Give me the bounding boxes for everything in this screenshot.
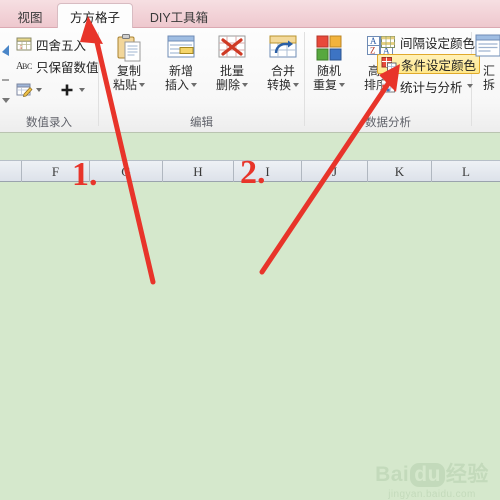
gallery-arrows-icon: [2, 45, 10, 103]
gallery-scroll-strip[interactable]: [0, 36, 11, 106]
batch-delete-button[interactable]: 批量 删除: [210, 32, 254, 92]
merge-label: 合并: [270, 64, 295, 78]
watermark-url: jingyan.baidu.com: [388, 489, 476, 500]
clipboard-paste-icon: [113, 32, 145, 64]
watermark-brand-after: 经验: [445, 463, 489, 486]
round-number-button[interactable]: 5 四舍五入: [13, 34, 89, 54]
watermark-brand: Bai du 经验: [368, 458, 496, 488]
column-header-h[interactable]: H: [163, 161, 234, 182]
add-tool-button[interactable]: [56, 80, 88, 100]
statistics-analysis-label: 统计与分析: [400, 80, 463, 95]
round-number-label: 四舍五入: [36, 38, 87, 53]
ribbon-group-edit: 复制 粘贴 新增 插入 批量 删除 合并 转换 编辑: [99, 28, 304, 133]
keep-value-only-label: 只保留数值: [36, 60, 99, 75]
spreadsheet-grid[interactable]: [0, 182, 500, 500]
column-header-strip: F G H I J K L: [0, 160, 500, 182]
copy-label: 复制: [116, 64, 141, 78]
tab-view[interactable]: 视图: [8, 4, 52, 28]
svg-text:Z: Z: [370, 46, 376, 56]
batch-delete-caret-icon[interactable]: [242, 83, 248, 87]
summary-split-button[interactable]: 汇 拆: [474, 32, 500, 92]
edit-tool-button[interactable]: [13, 80, 45, 100]
column-header-partial[interactable]: [0, 161, 22, 182]
batch-label: 批量: [219, 64, 244, 78]
merge-convert-icon: [267, 32, 299, 64]
column-header-j[interactable]: J: [302, 161, 368, 182]
batch-delete-icon: [216, 32, 248, 64]
group-title-analysis: 数据分析: [365, 117, 411, 129]
insert-label: 插入: [164, 78, 189, 92]
delete-label: 删除: [215, 78, 240, 92]
insert-button[interactable]: 新增 插入: [159, 32, 203, 92]
add-tool-caret-icon[interactable]: [79, 88, 85, 92]
condition-color-icon: [381, 56, 397, 72]
baidu-jingyan-watermark: Bai du 经验 jingyan.baidu.com: [368, 458, 496, 500]
random-label: 随机: [316, 64, 341, 78]
ribbon-group-summary: 汇 拆: [472, 28, 500, 133]
ribbon-group-analysis: 随机 重复 A Z Z A 高级 排序: [305, 28, 481, 133]
ribbon-panel: 5 四舍五入 A B C 只保留数值 数值录入 复制 粘贴 新增 插入 批量 删…: [0, 28, 500, 133]
summary-split-icon: [473, 32, 500, 64]
interval-color-label: 间隔设定颜色: [400, 36, 476, 51]
edit-tool-caret-icon[interactable]: [36, 88, 42, 92]
insert-row-icon: [165, 32, 197, 64]
statistics-icon: [380, 78, 396, 94]
merge-convert-button[interactable]: 合并 转换: [261, 32, 305, 92]
keep-value-only-button[interactable]: A B C 只保留数值: [13, 56, 102, 76]
ribbon-tabbar: 视图 方方格子 DIY工具箱: [0, 0, 500, 29]
column-header-i[interactable]: I: [234, 161, 302, 182]
new-label: 新增: [168, 64, 193, 78]
copy-paste-caret-icon[interactable]: [139, 83, 145, 87]
column-header-l[interactable]: L: [432, 161, 500, 182]
column-header-g[interactable]: G: [90, 161, 163, 182]
svg-text:5: 5: [20, 45, 23, 51]
random-repeat-button[interactable]: 随机 重复: [307, 32, 351, 92]
column-header-k[interactable]: K: [368, 161, 432, 182]
insert-caret-icon[interactable]: [191, 83, 197, 87]
abc-text-icon: A B C: [16, 58, 32, 74]
statistics-analysis-button[interactable]: 统计与分析: [377, 76, 476, 96]
tab-diy-toolbox[interactable]: DIY工具箱: [138, 4, 220, 28]
edit-pencil-icon: [16, 82, 33, 98]
random-repeat-icon: [313, 32, 345, 64]
watermark-brand-badge: du: [410, 463, 445, 487]
summary-label: 汇: [482, 64, 495, 78]
interval-color-button[interactable]: 间隔设定颜色: [377, 32, 478, 52]
plus-icon: [59, 82, 75, 98]
condition-color-button[interactable]: 条件设定颜色: [377, 54, 481, 74]
svg-text:A: A: [370, 36, 377, 46]
ribbon-group-numeric: 5 四舍五入 A B C 只保留数值 数值录入: [0, 28, 99, 133]
condition-color-label: 条件设定颜色: [401, 58, 477, 73]
split-label: 拆: [482, 78, 495, 92]
merge-convert-caret-icon[interactable]: [293, 83, 299, 87]
round-number-icon: 5: [16, 36, 32, 52]
excel-window: 视图 方方格子 DIY工具箱 5 四舍五入 A B C 只保留数值 数值录入 复…: [0, 0, 500, 500]
copy-paste-button[interactable]: 复制 粘贴: [107, 32, 151, 92]
watermark-brand-before: Bai: [375, 463, 410, 486]
convert-label: 转换: [266, 78, 291, 92]
group-title-numeric: 数值录入: [26, 117, 72, 129]
interval-color-icon: [380, 34, 396, 50]
column-header-f[interactable]: F: [22, 161, 90, 182]
svg-text:C: C: [27, 62, 32, 71]
paste-label: 粘贴: [112, 78, 137, 92]
random-repeat-caret-icon[interactable]: [339, 83, 345, 87]
tab-fangfanggezi[interactable]: 方方格子: [57, 3, 133, 29]
group-title-edit: 编辑: [190, 117, 213, 129]
repeat-label: 重复: [312, 78, 337, 92]
